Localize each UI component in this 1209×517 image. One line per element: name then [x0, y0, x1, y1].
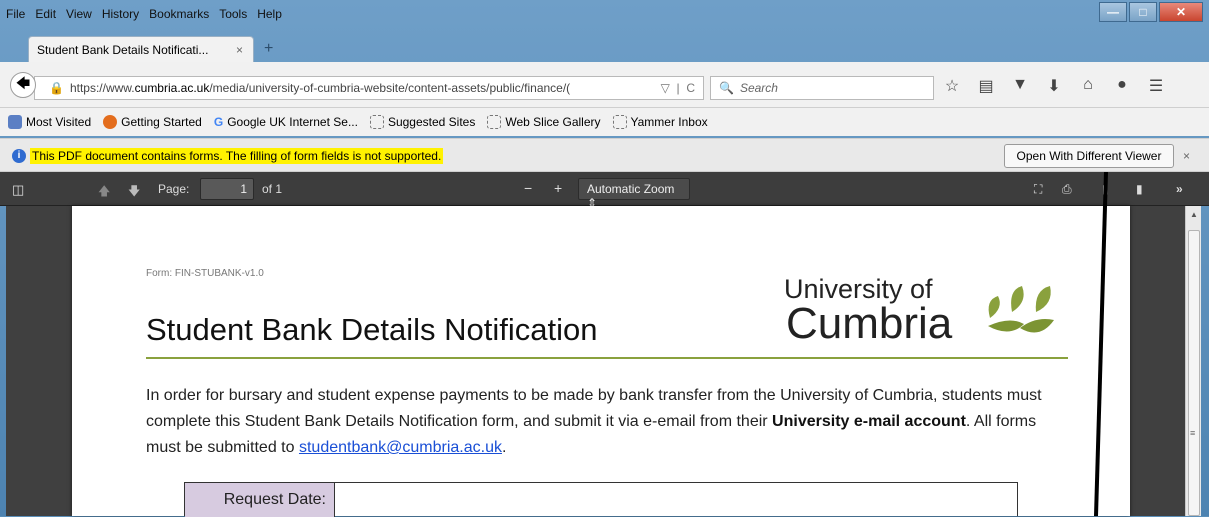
page-number-input[interactable]: 1 [200, 178, 254, 200]
download-icon[interactable]: ⬇ [1044, 76, 1064, 96]
bookmark-label: Web Slice Gallery [505, 115, 601, 129]
logo-text-cumbria: Cumbria [786, 299, 953, 348]
toolbar-icons: ☆ ▤ ▼ ⬇ ⌂ ● ☰ [942, 76, 1166, 96]
bookmark-label: Google UK Internet Se... [227, 115, 358, 129]
minimize-button[interactable]: — [1099, 2, 1127, 22]
info-icon: i [12, 149, 26, 163]
bookmarks-bar: Most Visited Getting Started G Google UK … [0, 108, 1209, 136]
zoom-select[interactable]: Automatic Zoom ⇕ [578, 178, 690, 210]
menu-edit[interactable]: Edit [35, 7, 56, 21]
close-window-button[interactable]: ✕ [1159, 2, 1203, 22]
back-arrow-icon: 🡄 [15, 75, 31, 91]
google-icon: G [213, 115, 224, 129]
menu-bar: File Edit View History Bookmarks Tools H… [0, 0, 1209, 28]
page-icon [612, 115, 627, 129]
reload-icon[interactable]: C [686, 81, 695, 95]
lock-icon: 🔒 [49, 81, 64, 95]
chat-icon[interactable]: ● [1112, 76, 1132, 96]
bookmark-yammer[interactable]: Yammer Inbox [612, 115, 708, 129]
menu-tools[interactable]: Tools [219, 7, 247, 21]
bookmark-star-icon[interactable]: ☆ [942, 76, 962, 96]
para-bold-text: University e-mail account [772, 413, 966, 430]
pdf-toolbar: ◫ 🡅 🡇 Page: 1 of 1 − + Automatic Zoom ⇕ … [0, 172, 1209, 210]
form-id: Form: FIN-STUBANK-v1.0 [146, 268, 264, 279]
zoom-out-icon[interactable]: − [524, 180, 532, 196]
bookmark-label: Yammer Inbox [630, 115, 708, 129]
bookmark-label: Suggested Sites [387, 115, 476, 129]
pocket-icon[interactable]: ▼ [1010, 76, 1030, 96]
browser-window: File Edit View History Bookmarks Tools H… [0, 0, 1209, 517]
search-icon: 🔍 [719, 81, 734, 95]
notification-bar: i This PDF document contains forms. The … [0, 138, 1209, 172]
url-dropdown-icon[interactable]: ▽ [661, 81, 670, 95]
para-text: . [501, 439, 507, 456]
bookmark-google[interactable]: G Google UK Internet Se... [214, 115, 358, 129]
bookmark-label: Getting Started [121, 115, 202, 129]
menu-bookmarks[interactable]: Bookmarks [149, 7, 209, 21]
bookmark-icon[interactable]: ▮ [1136, 182, 1143, 196]
page-count: of 1 [262, 182, 283, 196]
bookmark-label: Most Visited [26, 115, 92, 129]
notification-close-icon[interactable]: × [1183, 149, 1190, 163]
menu-history[interactable]: History [102, 7, 139, 21]
page-icon [369, 115, 384, 129]
new-tab-button[interactable]: + [264, 40, 273, 58]
reading-list-icon[interactable]: ▤ [976, 76, 996, 96]
bookmark-most-visited[interactable]: Most Visited [8, 115, 91, 129]
page-icon [487, 115, 502, 129]
sidebar-toggle-icon[interactable]: ◫ [12, 182, 24, 198]
back-button[interactable]: 🡄 [10, 72, 36, 98]
email-link[interactable]: studentbank@cumbria.ac.uk [299, 439, 502, 456]
zoom-in-icon[interactable]: + [554, 180, 562, 196]
request-date-table: Request Date: [184, 482, 1018, 517]
menu-icon[interactable]: ☰ [1146, 76, 1166, 96]
tab-strip: Student Bank Details Notificati... × + [0, 28, 1209, 62]
title-divider [146, 357, 1068, 359]
menu-help[interactable]: Help [257, 7, 282, 21]
scroll-grip-icon: ≡ [1190, 428, 1196, 438]
most-visited-icon [8, 115, 22, 129]
scroll-up-icon[interactable]: ▲ [1190, 210, 1198, 219]
search-input[interactable]: 🔍 Search [710, 76, 934, 100]
pdf-page [72, 206, 1130, 516]
bookmark-suggested-sites[interactable]: Suggested Sites [369, 115, 476, 129]
bookmark-getting-started[interactable]: Getting Started [103, 115, 202, 129]
home-icon[interactable]: ⌂ [1078, 76, 1098, 96]
navigation-bar: 🔒 https://www. cumbria.ac.uk/media/univer… [0, 62, 1209, 108]
search-placeholder: Search [739, 81, 778, 95]
url-actions: ▽ | C [660, 81, 695, 95]
document-title: Student Bank Details Notification [146, 312, 598, 347]
firefox-icon [103, 115, 118, 129]
tab-close-icon[interactable]: × [236, 43, 243, 57]
url-path: /media/university-of-cumbria-website/con… [209, 81, 571, 95]
instructions-paragraph: In order for bursary and student expense… [146, 383, 1066, 461]
vertical-scrollbar[interactable]: ▲ ≡ [1185, 206, 1201, 516]
url-domain: cumbria.ac.uk [134, 81, 210, 95]
menu-view[interactable]: View [66, 7, 92, 21]
university-logo-leaves-icon [988, 286, 1054, 333]
url-bar[interactable]: 🔒 https://www. cumbria.ac.uk/media/univer… [34, 76, 704, 100]
scrollbar-thumb[interactable] [1188, 230, 1200, 516]
page-label: Page: [158, 182, 190, 196]
tools-more-icon[interactable]: » [1176, 182, 1183, 196]
bookmark-web-slice[interactable]: Web Slice Gallery [487, 115, 601, 129]
annotation-line [1094, 172, 1108, 516]
next-page-icon[interactable]: 🡇 [128, 182, 140, 203]
url-prefix: https://www. [69, 81, 135, 95]
zoom-value: Automatic Zoom [587, 182, 675, 196]
request-date-label: Request Date: [185, 483, 335, 517]
menu-file[interactable]: File [6, 7, 25, 21]
tab-student-bank-details[interactable]: Student Bank Details Notificati... × [28, 36, 254, 62]
maximize-button[interactable]: □ [1129, 2, 1157, 22]
open-with-different-viewer-button[interactable]: Open With Different Viewer [1004, 144, 1174, 168]
previous-page-icon[interactable]: 🡅 [98, 182, 110, 203]
notification-message: This PDF document contains forms. The fi… [30, 148, 444, 164]
presentation-mode-icon[interactable]: ⛶ [1034, 182, 1042, 197]
print-icon[interactable]: ⎙ [1062, 182, 1072, 197]
tab-title: Student Bank Details Notificati... [37, 42, 209, 57]
window-controls: — □ ✕ [1099, 2, 1203, 22]
